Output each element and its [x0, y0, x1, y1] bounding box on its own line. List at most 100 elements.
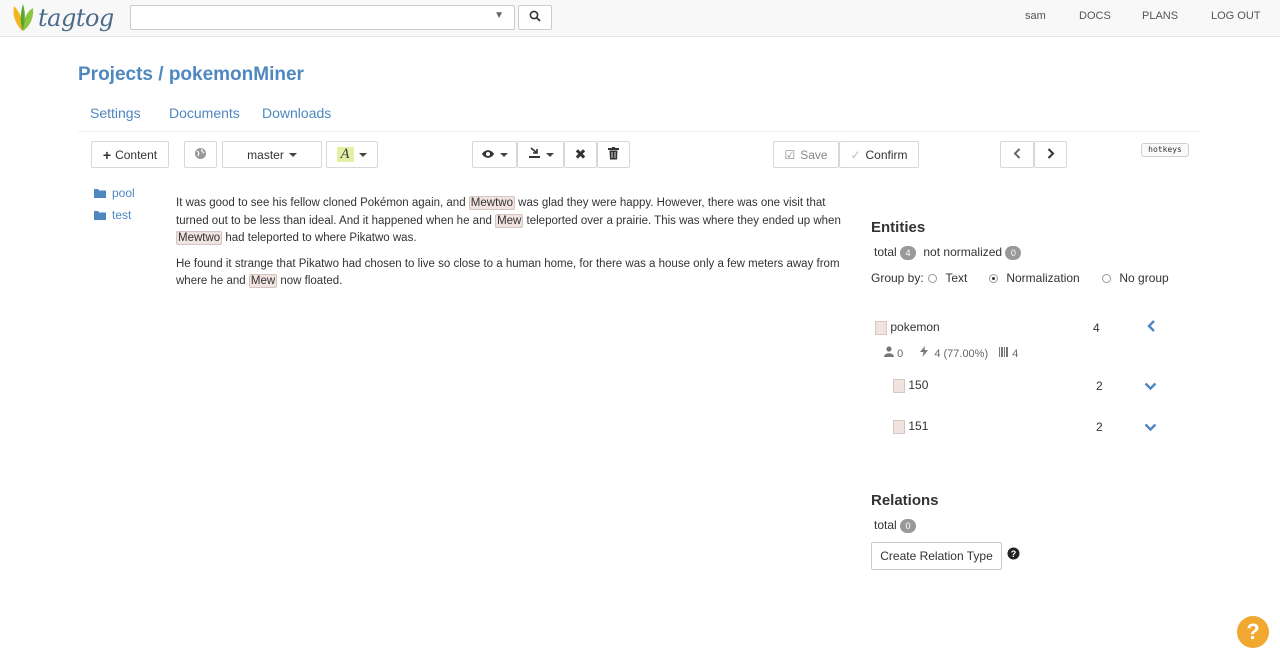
group-by-label: Group by: [871, 271, 924, 285]
add-content-button[interactable]: + Content [91, 141, 169, 168]
barcode-icon [999, 347, 1012, 360]
plans-link[interactable]: PLANS [1142, 10, 1178, 22]
globe-icon [194, 147, 207, 163]
radio-normalization[interactable] [989, 274, 998, 284]
entity-group-name: 151 [908, 419, 929, 433]
page-title[interactable]: Projects / pokemonMiner [78, 64, 304, 86]
folder-icon [94, 211, 106, 220]
entity-group-row[interactable]: 151 [893, 419, 928, 434]
search-button[interactable] [518, 5, 552, 30]
check-icon: ✓ [850, 147, 861, 162]
bolt-icon [920, 346, 931, 360]
tab-downloads[interactable]: Downloads [262, 105, 331, 121]
confirm-button[interactable]: ✓ Confirm [839, 141, 919, 168]
entity-annotation[interactable]: Mewtwo [176, 231, 223, 245]
folder-test[interactable]: test [94, 208, 131, 222]
entities-title: Entities [871, 219, 926, 236]
hotkeys-button[interactable]: hotkeys [1141, 143, 1189, 157]
chevron-left-icon[interactable] [1146, 319, 1156, 336]
caret-down-icon [500, 152, 508, 157]
entity-group-count: 2 [1096, 379, 1103, 393]
user-icon [884, 346, 897, 360]
close-button[interactable]: ✖ [564, 141, 597, 168]
text-segment: now floated. [277, 275, 343, 287]
close-icon: ✖ [574, 146, 587, 162]
group-by-none-option[interactable]: No group [1102, 271, 1169, 285]
document-paragraph: It was good to see his fellow cloned Pok… [176, 195, 846, 248]
radio-no-group[interactable] [1102, 274, 1111, 284]
eye-icon [481, 148, 495, 162]
entity-group-name: 150 [908, 378, 929, 392]
auto-stats: 4 (77.00%) [934, 348, 989, 360]
save-label: Save [800, 147, 828, 162]
svg-text:?: ? [1011, 549, 1017, 559]
radio-text[interactable] [928, 274, 937, 284]
search-input[interactable]: ▼ [130, 5, 515, 30]
document-text: It was good to see his fellow cloned Pok… [176, 195, 846, 299]
text-segment: teleported over a prairie. This was wher… [523, 214, 841, 227]
entity-color-swatch [875, 320, 887, 335]
leaf-logo-icon [10, 2, 36, 35]
relations-title: Relations [871, 492, 939, 509]
add-content-label: Content [115, 147, 158, 162]
entity-group-count: 2 [1096, 420, 1103, 434]
globe-button[interactable] [184, 141, 217, 168]
chevron-left-icon [1013, 147, 1021, 162]
save-button[interactable]: ☑ Save [773, 141, 839, 168]
prev-document-button[interactable] [1000, 141, 1034, 168]
tab-settings[interactable]: Settings [90, 105, 141, 121]
folder-pool[interactable]: pool [94, 186, 135, 200]
not-normalized-label: not normalized [923, 245, 1003, 259]
folder-icon [94, 189, 106, 198]
chevron-down-icon[interactable] [1144, 421, 1157, 435]
entity-class-stats: 0 4 (77.00%) 4 [884, 346, 1018, 360]
logout-link[interactable]: LOG OUT [1211, 10, 1261, 22]
chevron-down-icon[interactable] [1144, 380, 1157, 394]
import-icon [528, 147, 541, 162]
edit-icon: ☑ [784, 147, 796, 162]
docs-link[interactable]: DOCS [1079, 10, 1111, 22]
entity-class-row[interactable]: pokemon [875, 320, 940, 335]
branch-dropdown[interactable]: master [222, 141, 322, 168]
tab-documents[interactable]: Documents [169, 105, 240, 121]
relations-summary: total 0 [874, 518, 917, 533]
radio-label: Text [945, 271, 968, 285]
view-dropdown[interactable] [472, 141, 517, 168]
entities-summary: total 4 not normalized 0 [874, 245, 1022, 260]
entity-annotation[interactable]: Mew [248, 274, 278, 288]
user-menu[interactable]: sam [1025, 10, 1046, 22]
divider [78, 131, 1200, 132]
entity-class-name: pokemon [890, 320, 940, 334]
entity-group-row[interactable]: 150 [893, 378, 928, 393]
caret-down-icon [288, 152, 297, 157]
delete-button[interactable] [597, 141, 630, 168]
norm-count: 4 [1012, 348, 1019, 360]
not-normalized-badge: 0 [1005, 245, 1022, 260]
chevron-right-icon [1047, 147, 1055, 162]
group-by-text-option[interactable]: Text [928, 271, 967, 285]
question-icon[interactable]: ? [1007, 547, 1020, 563]
entity-annotation[interactable]: Mew [495, 213, 524, 228]
group-by-normalization-option[interactable]: Normalization [989, 271, 1080, 285]
next-document-button[interactable] [1034, 141, 1067, 168]
question-icon: ? [1246, 619, 1260, 644]
logo[interactable]: tagtog [10, 2, 114, 34]
import-dropdown[interactable] [517, 141, 564, 168]
text-style-dropdown[interactable]: A [326, 141, 378, 168]
document-paragraph: He found it strange that Pikatwo had cho… [176, 256, 846, 291]
plus-icon: + [102, 146, 112, 163]
caret-down-icon [359, 152, 368, 157]
entity-color-swatch [893, 378, 905, 393]
entity-class-count: 4 [1093, 321, 1100, 335]
dropdown-caret-icon[interactable]: ▼ [494, 10, 504, 21]
folder-label: test [112, 208, 132, 222]
entity-annotation[interactable]: Mewtwo [468, 196, 515, 210]
radio-label: No group [1119, 271, 1169, 285]
help-button[interactable]: ? [1237, 616, 1269, 648]
confirm-label: Confirm [865, 147, 908, 162]
logo-text: tagtog [38, 4, 114, 32]
text-style-icon: A [336, 147, 355, 162]
entity-color-swatch [893, 419, 905, 434]
create-relation-type-button[interactable]: Create Relation Type [871, 542, 1002, 570]
text-segment: It was good to see his fellow cloned Pok… [176, 197, 469, 209]
